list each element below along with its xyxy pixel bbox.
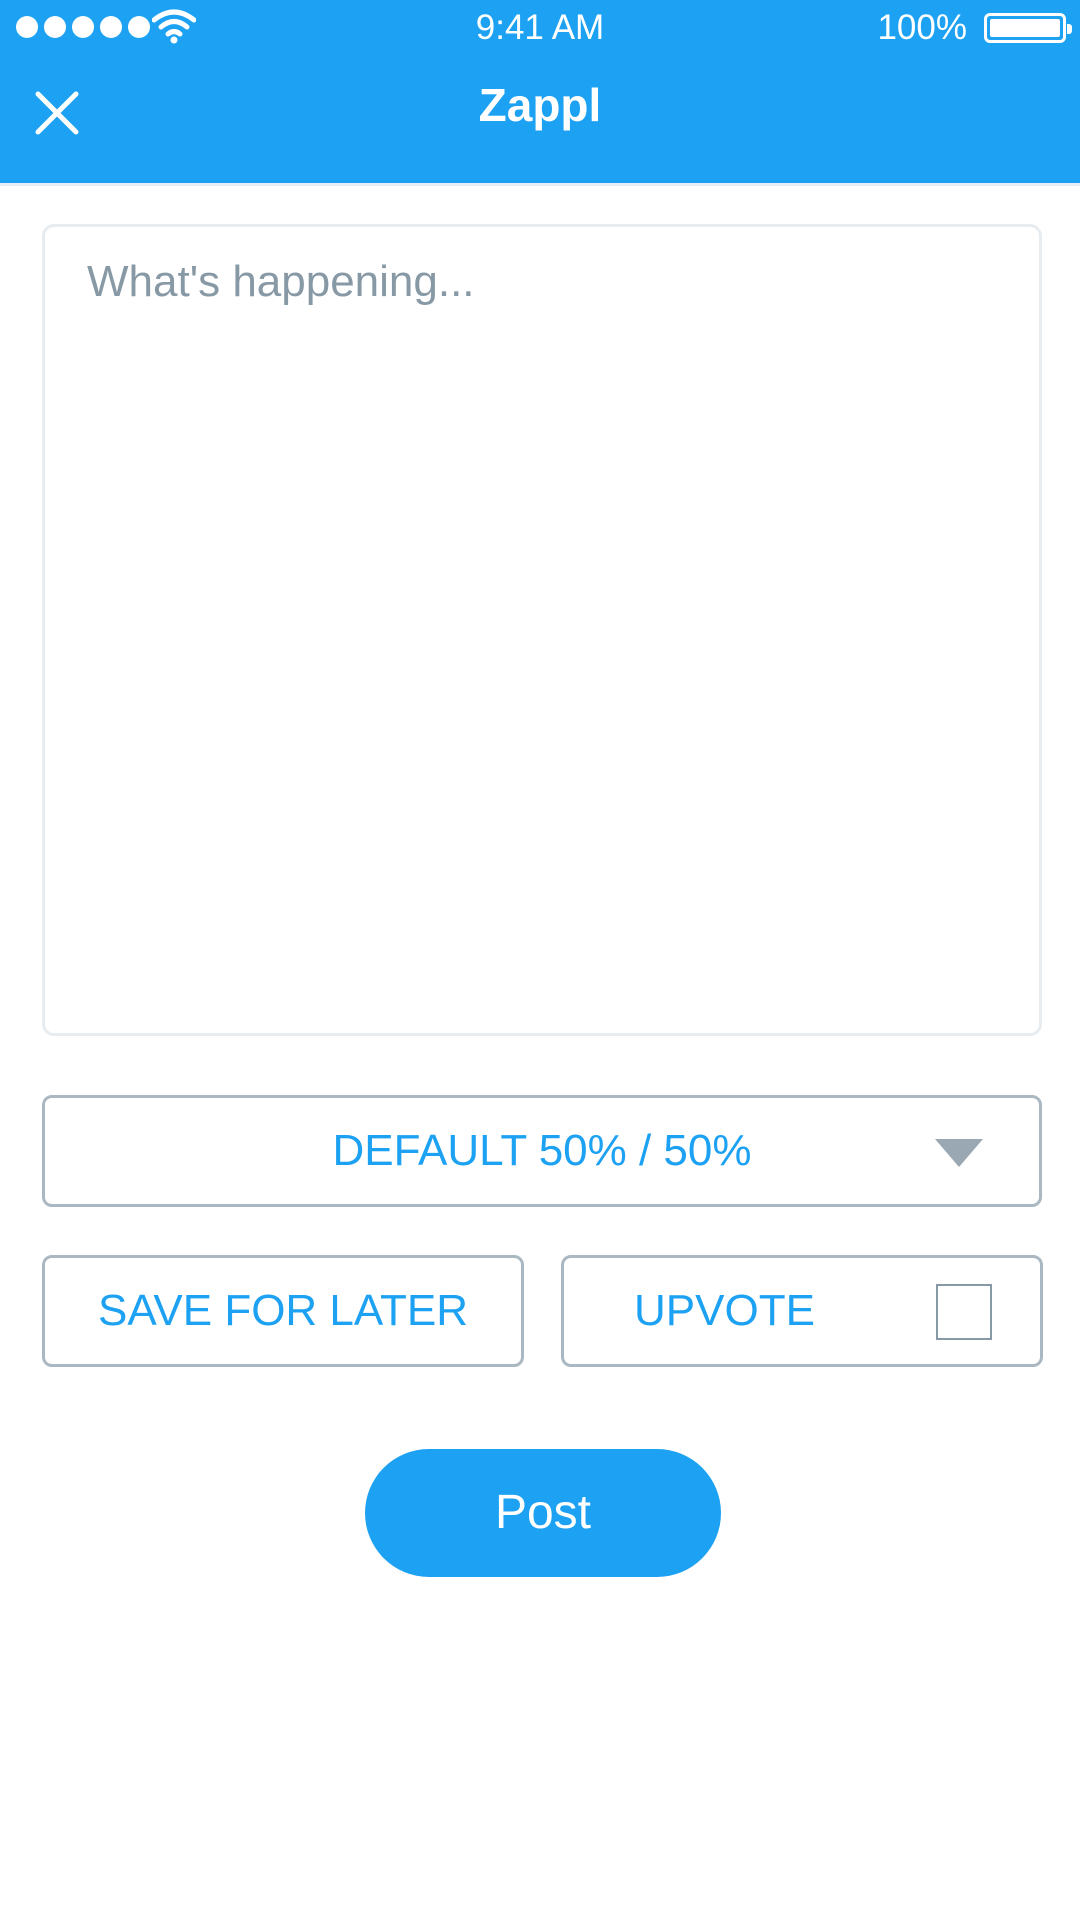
save-for-later-label: SAVE FOR LATER <box>97 1286 468 1335</box>
status-bar: 9:41 AM 100% <box>0 0 1080 56</box>
upvote-checkbox[interactable] <box>936 1284 992 1340</box>
header-divider <box>0 183 1080 186</box>
upvote-toggle[interactable]: UPVOTE <box>561 1255 1043 1367</box>
page-title: Zappl <box>478 79 602 131</box>
battery-percent: 100% <box>877 8 967 47</box>
split-dropdown[interactable]: DEFAULT 50% / 50% <box>42 1095 1042 1207</box>
chevron-down-icon <box>935 1139 983 1167</box>
app-header: 9:41 AM 100% Zappl <box>0 0 1080 183</box>
upvote-label: UPVOTE <box>634 1286 815 1335</box>
split-dropdown-value: DEFAULT 50% / 50% <box>332 1126 752 1175</box>
save-for-later-button[interactable]: SAVE FOR LATER <box>42 1255 524 1367</box>
battery-icon <box>984 13 1072 43</box>
post-button[interactable]: Post <box>365 1449 721 1577</box>
compose-textarea[interactable] <box>42 224 1042 1036</box>
